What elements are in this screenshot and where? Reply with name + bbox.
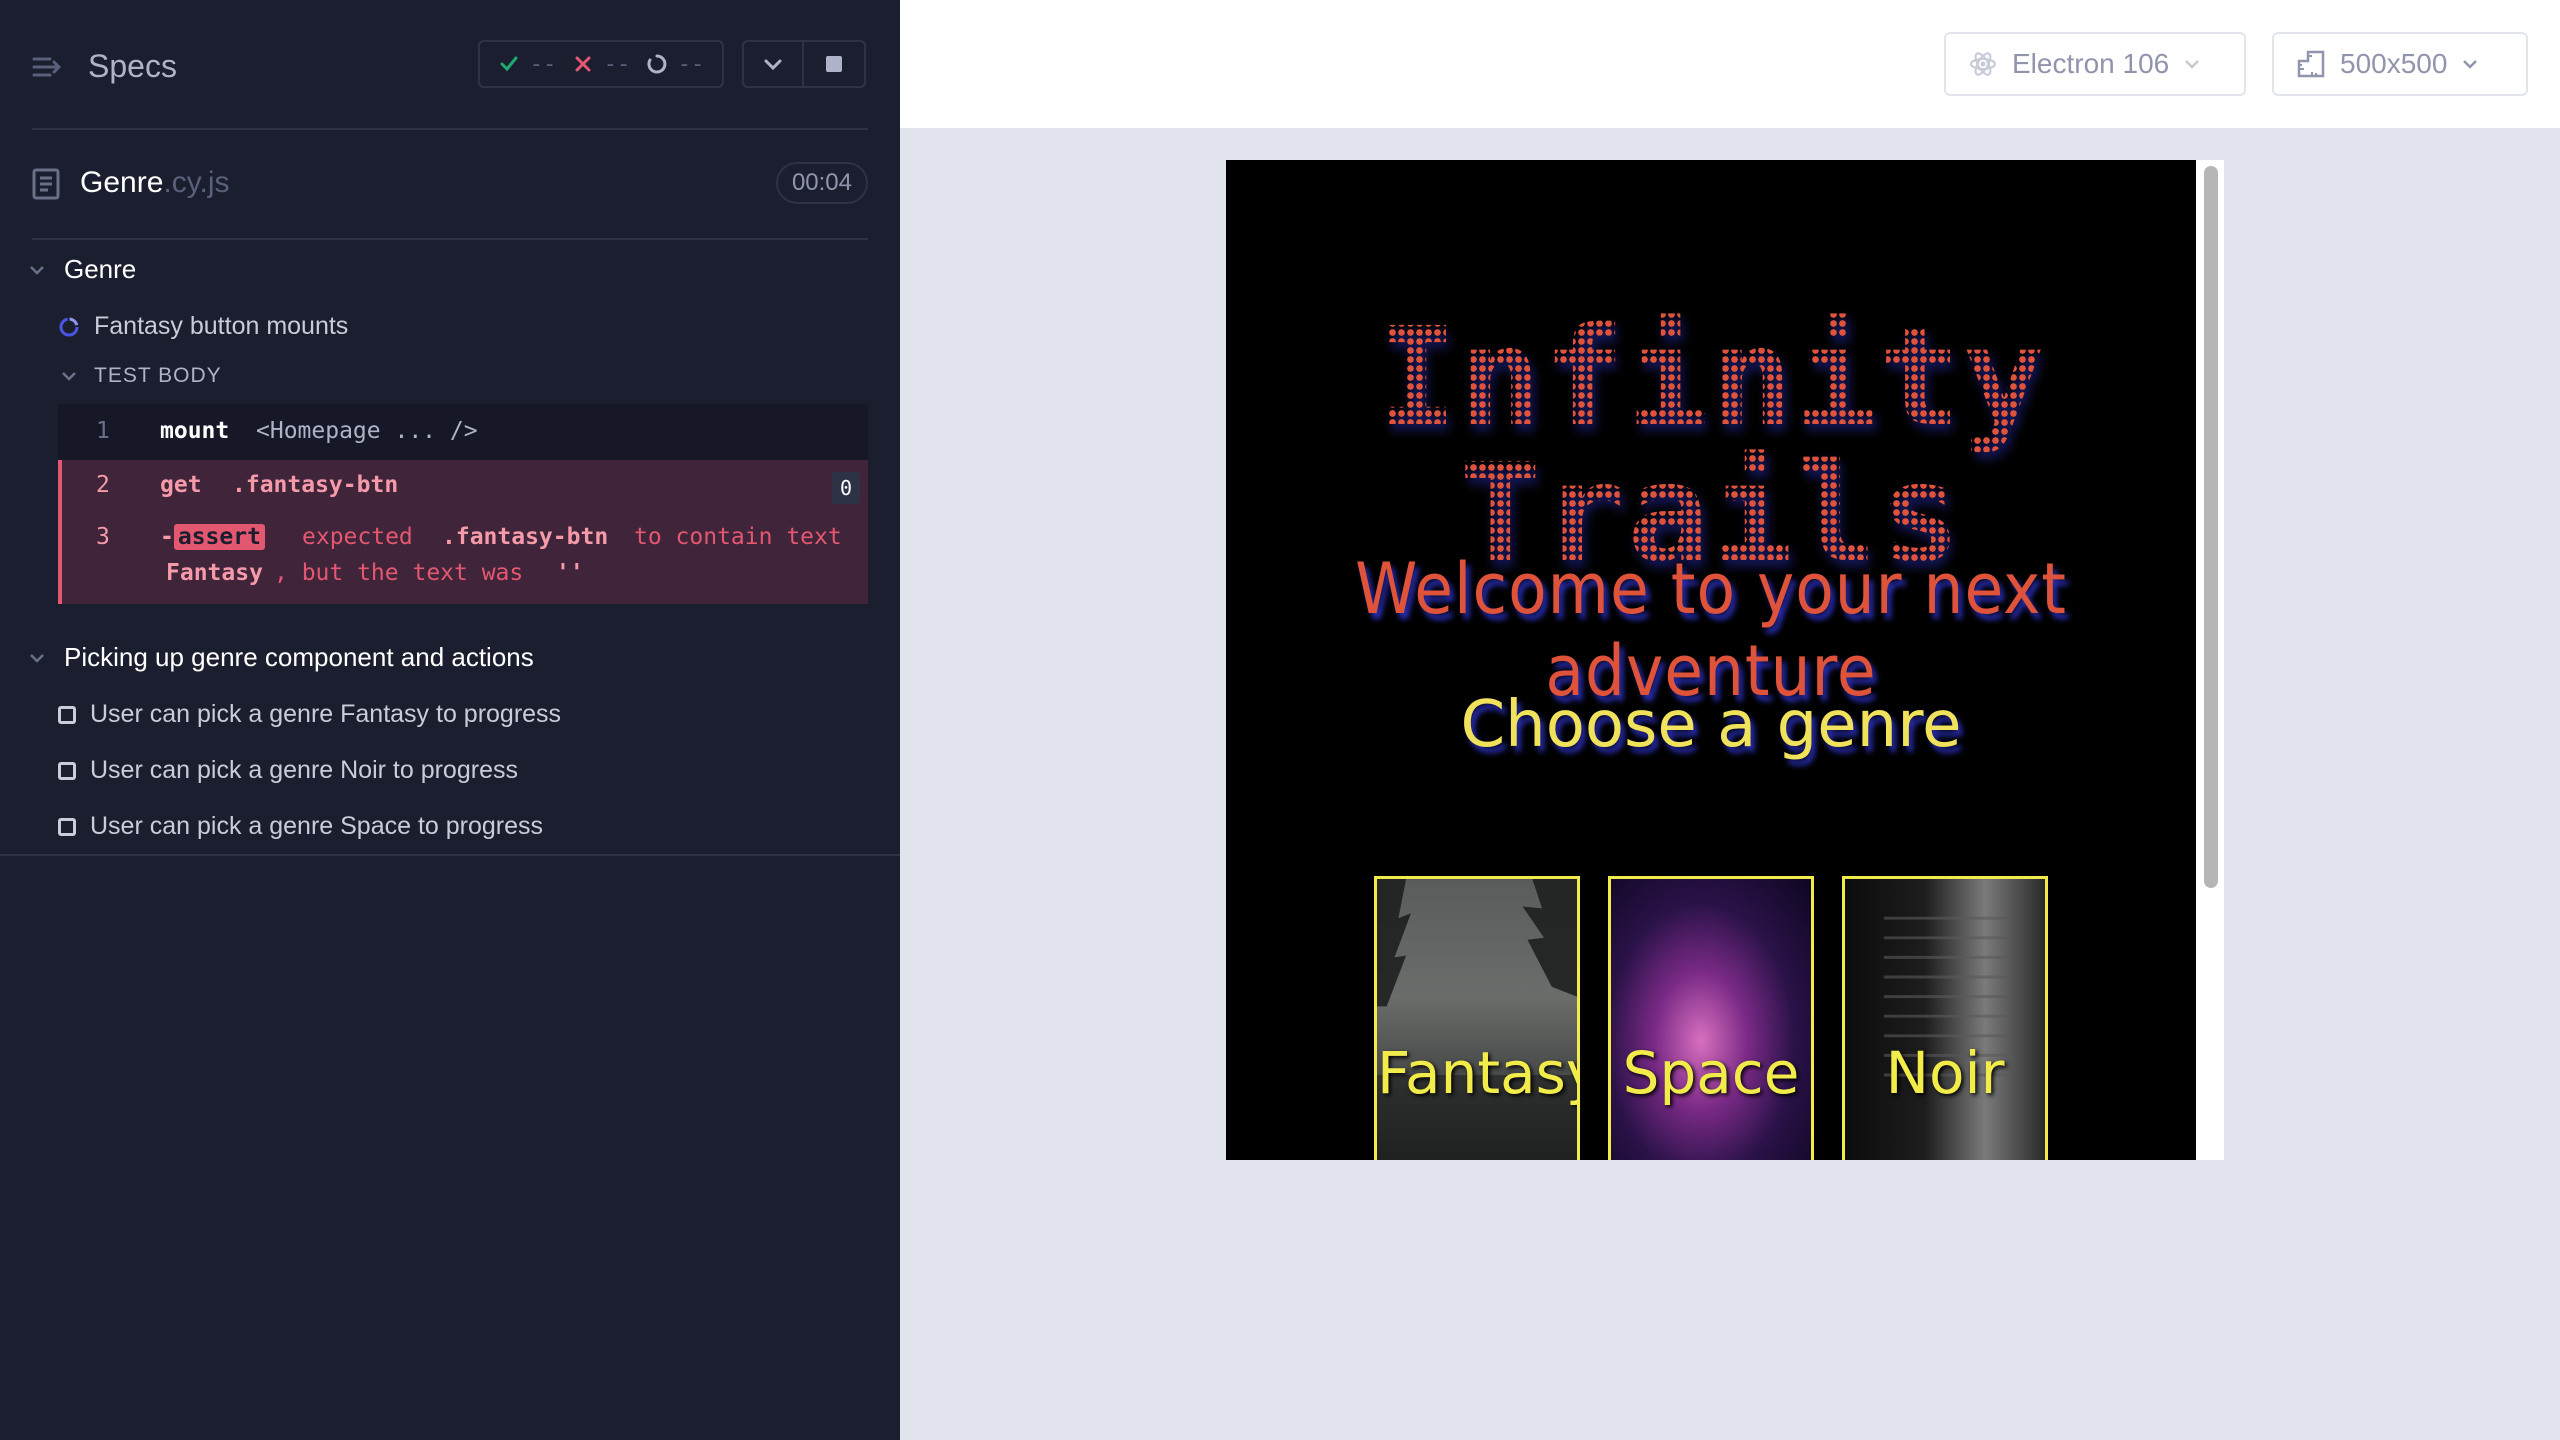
pending-square-icon <box>58 761 76 780</box>
test-fantasy-button-mounts[interactable]: Fantasy button mounts <box>58 312 348 341</box>
spec-file-name[interactable]: Genre.cy.js <box>80 166 230 200</box>
browser-label: Electron 106 <box>2012 48 2170 79</box>
pending-stat: -- <box>646 51 705 77</box>
genre-label: Fantasy <box>1377 1039 1580 1107</box>
chevron-down-icon <box>30 265 44 275</box>
genre-label: Space <box>1622 1039 1800 1107</box>
failed-stat: -- <box>572 51 631 77</box>
test-title-text: Fantasy button mounts <box>94 312 349 340</box>
pending-count: -- <box>677 51 705 77</box>
electron-icon <box>1970 52 1996 76</box>
expand-collapse-button[interactable] <box>742 40 804 88</box>
x-icon <box>575 56 591 72</box>
running-spinner-icon <box>59 317 79 336</box>
chevron-down-icon <box>62 372 76 381</box>
chevron-down-icon <box>2185 60 2200 69</box>
app-viewport: Infinity Trails Welcome to your next adv… <box>1226 160 2196 1160</box>
fantasy-genre-button[interactable]: Fantasy <box>1374 876 1580 1160</box>
stop-button[interactable] <box>804 40 866 88</box>
suite-title: Picking up genre component and actions <box>64 642 534 672</box>
command-log: 1 mount <Homepage ... /> 2 get .fantasy-… <box>58 404 868 604</box>
spec-file-ext: .cy.js <box>163 166 230 199</box>
chevron-down-icon <box>764 59 782 71</box>
command-message: <Homepage ... /> <box>256 418 478 444</box>
viewport-scrollbar-thumb[interactable] <box>2204 166 2218 888</box>
space-genre-button[interactable]: Space <box>1608 876 1814 1160</box>
assert-name: - assert <box>160 524 265 550</box>
failed-commands-block: 2 get .fantasy-btn 0 3 - assert expected … <box>58 460 868 604</box>
noir-shadow-image <box>1883 916 2011 1077</box>
command-row-assert[interactable]: 3 - assert expected .fantasy-btn to conta… <box>62 516 868 604</box>
chevron-down-icon <box>30 653 44 663</box>
passed-count: -- <box>529 51 557 77</box>
check-icon <box>500 56 518 72</box>
assert-contain-text: to contain text <box>634 524 842 550</box>
command-number: 3 <box>96 524 110 550</box>
command-row-mount[interactable]: 1 mount <Homepage ... /> <box>58 404 868 460</box>
passed-stat: -- <box>498 51 557 77</box>
aut-header: Electron 106 500x500 <box>900 0 2560 128</box>
genre-label: Noir <box>1885 1039 2005 1107</box>
assert-expected: expected <box>302 524 413 550</box>
assert-actual-value: '' <box>556 560 584 586</box>
suite-picking-genre[interactable]: Picking up genre component and actions <box>28 642 534 673</box>
test-pick-space[interactable]: User can pick a genre Space to progress <box>58 812 543 841</box>
test-stats: -- -- -- <box>478 40 724 88</box>
document-icon <box>32 168 60 200</box>
reporter-panel: Specs -- -- -- Genre.cy.js 00:04 Genre F… <box>0 0 900 1440</box>
ruler-icon <box>2297 50 2325 78</box>
choose-genre-heading: Choose a genre <box>1460 688 1962 762</box>
viewport-select[interactable]: 500x500 <box>2272 32 2528 96</box>
duration-badge: 00:04 <box>775 162 868 204</box>
pending-square-icon <box>58 705 76 724</box>
specs-list-toggle-icon[interactable] <box>32 52 62 82</box>
assert-actual-label: , but the text was <box>274 560 524 586</box>
test-pick-noir[interactable]: User can pick a genre Noir to progress <box>58 756 518 785</box>
test-title-text: User can pick a genre Noir to progress <box>90 756 518 784</box>
specs-title[interactable]: Specs <box>88 48 177 85</box>
command-name: mount <box>160 418 230 444</box>
reporter-divider <box>0 854 900 856</box>
suite-title: Genre <box>64 254 137 284</box>
element-count-badge: 0 <box>832 472 860 504</box>
test-body-toggle[interactable]: TEST BODY <box>60 364 222 388</box>
failed-count: -- <box>603 51 631 77</box>
pending-square-icon <box>58 817 76 836</box>
command-message: .fantasy-btn <box>232 472 399 498</box>
command-number: 1 <box>96 418 110 444</box>
pending-circle-icon <box>647 54 667 74</box>
specs-header: Specs -- -- -- <box>32 0 868 130</box>
spec-file-base: Genre <box>80 166 164 199</box>
test-body-label: TEST BODY <box>94 364 222 387</box>
forest-image <box>1377 879 1577 1160</box>
spec-file-row: Genre.cy.js 00:04 <box>32 140 868 240</box>
test-title-text: User can pick a genre Fantasy to progres… <box>90 700 562 728</box>
chevron-down-icon <box>2463 60 2478 69</box>
command-number: 2 <box>96 472 110 498</box>
game-title: Infinity Trails <box>1226 310 2196 582</box>
command-name: get <box>160 472 202 498</box>
command-row-get[interactable]: 2 get .fantasy-btn 0 <box>62 460 868 516</box>
assert-tag: assert <box>173 524 265 550</box>
test-title-text: User can pick a genre Space to progress <box>90 812 544 840</box>
suite-genre[interactable]: Genre <box>28 254 136 285</box>
test-pick-fantasy[interactable]: User can pick a genre Fantasy to progres… <box>58 700 561 729</box>
assert-value: Fantasy <box>166 560 263 586</box>
browser-select[interactable]: Electron 106 <box>1944 32 2246 96</box>
noir-genre-button[interactable]: Noir <box>1842 876 2048 1160</box>
viewport-label: 500x500 <box>2340 48 2448 79</box>
stop-square-icon <box>826 56 842 72</box>
assert-selector: .fantasy-btn <box>442 524 609 550</box>
